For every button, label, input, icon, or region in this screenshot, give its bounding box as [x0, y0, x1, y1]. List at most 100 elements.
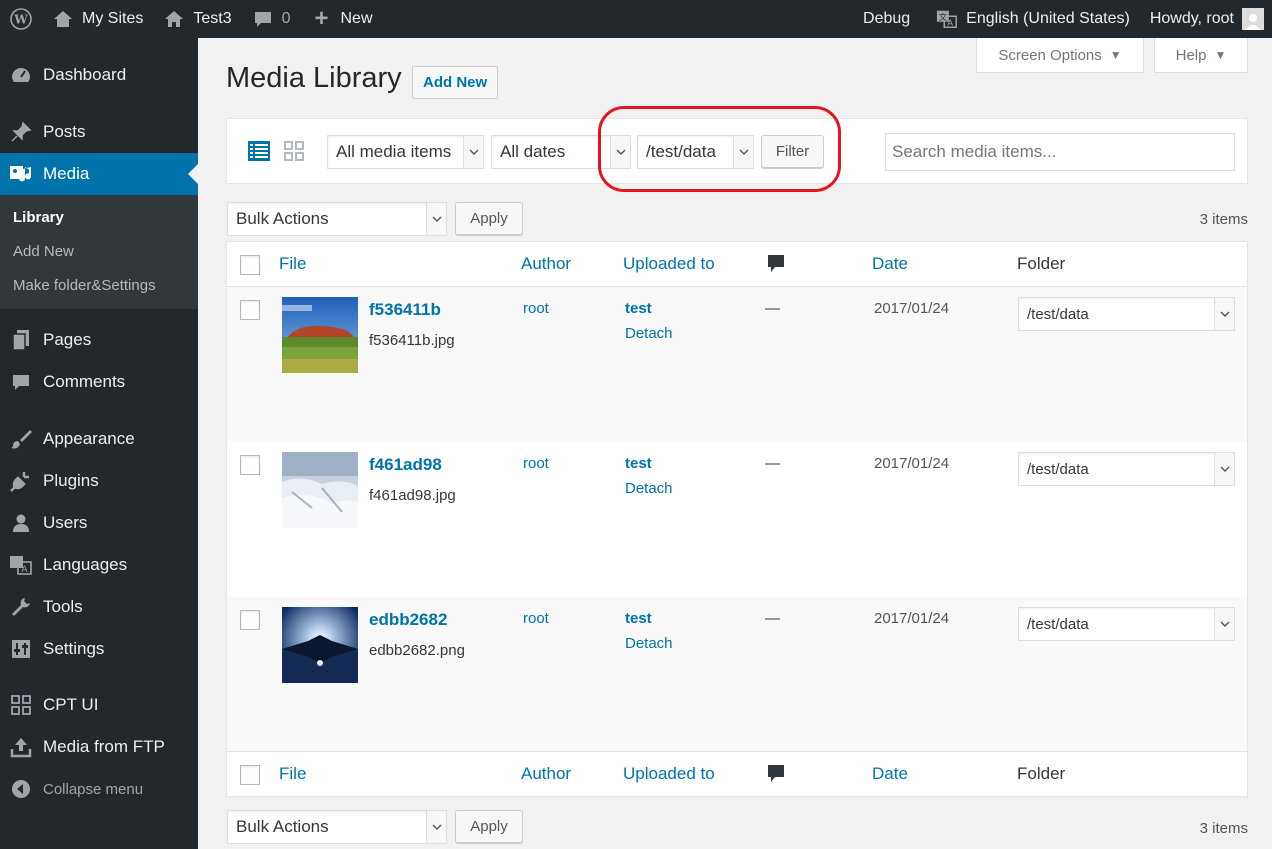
column-date[interactable]: Date [872, 764, 908, 784]
folder-select[interactable]: /test/data [1018, 607, 1235, 641]
table-row: f536411b f536411b.jpg root test Detach —… [227, 287, 1247, 442]
main-content: Screen Options ▼ Help ▼ Media Library Ad… [198, 38, 1272, 849]
list-view-icon[interactable] [247, 139, 271, 168]
column-uploaded-to[interactable]: Uploaded to [623, 254, 715, 274]
author-link[interactable]: root [523, 300, 549, 317]
comments-count: 0 [281, 10, 291, 27]
detach-link[interactable]: Detach [625, 325, 673, 342]
menu-appearance[interactable]: Appearance [0, 418, 198, 460]
media-date: 2017/01/24 [874, 300, 950, 317]
menu-comments[interactable]: Comments [0, 361, 198, 403]
author-link[interactable]: root [523, 610, 549, 627]
chevron-down-icon [1214, 608, 1234, 640]
submenu-add-new[interactable]: Add New [0, 235, 198, 269]
my-sites-menu[interactable]: My Sites [42, 0, 153, 38]
date-filter-value: All dates [500, 142, 566, 161]
folder-select-value: /test/data [1027, 305, 1089, 323]
detach-link[interactable]: Detach [625, 480, 673, 497]
help-button[interactable]: Help ▼ [1154, 38, 1248, 73]
media-filename: f461ad98.jpg [369, 487, 456, 504]
menu-cpt-ui[interactable]: CPT UI [0, 684, 198, 726]
media-type-select[interactable]: All media items [327, 135, 484, 169]
new-label: New [340, 10, 373, 27]
select-all-checkbox[interactable] [240, 255, 260, 275]
my-account-menu[interactable]: Howdy, root [1140, 0, 1272, 38]
apply-button-top[interactable]: Apply [455, 202, 523, 235]
uploaded-to-link[interactable]: test [625, 455, 652, 472]
collapse-menu-button[interactable]: Collapse menu [0, 768, 198, 810]
column-file[interactable]: File [279, 764, 306, 784]
column-file[interactable]: File [279, 254, 306, 274]
bulk-actions-select-bottom[interactable]: Bulk Actions [227, 810, 447, 844]
debug-menu[interactable]: Debug [853, 0, 926, 38]
folder-select-value: /test/data [1027, 460, 1089, 478]
menu-users[interactable]: Users [0, 502, 198, 544]
translation-icon: A [8, 552, 34, 578]
thumbnail-image[interactable] [282, 607, 358, 683]
site-name-menu[interactable]: Test3 [153, 0, 241, 38]
wordpress-logo-icon[interactable]: W [0, 0, 42, 38]
media-filename: edbb2682.png [369, 642, 465, 659]
search-input[interactable]: Search media items... [885, 133, 1235, 171]
menu-languages-label: Languages [43, 555, 128, 574]
column-uploaded-to[interactable]: Uploaded to [623, 764, 715, 784]
thumbnail-image[interactable] [282, 297, 358, 373]
row-checkbox[interactable] [240, 610, 260, 630]
column-author[interactable]: Author [521, 254, 571, 274]
menu-media-from-ftp[interactable]: Media from FTP [0, 726, 198, 768]
row-checkbox[interactable] [240, 455, 260, 475]
debug-label: Debug [863, 10, 911, 27]
media-table: File Author Uploaded to Date Folder f536… [226, 241, 1248, 797]
caret-down-icon: ▼ [1109, 48, 1122, 62]
comments-menu[interactable]: 0 [242, 0, 301, 38]
menu-dashboard[interactable]: Dashboard [0, 54, 198, 96]
column-date[interactable]: Date [872, 254, 908, 274]
submenu-make-folder-settings[interactable]: Make folder&Settings [0, 269, 198, 303]
menu-tools[interactable]: Tools [0, 586, 198, 628]
grid-icon [8, 692, 34, 718]
menu-media[interactable]: Media [0, 153, 198, 195]
folder-select[interactable]: /test/data [1018, 297, 1235, 331]
grid-view-icon[interactable] [282, 139, 306, 168]
table-header: File Author Uploaded to Date Folder [227, 242, 1247, 287]
menu-media-label: Media [43, 164, 90, 183]
submenu-library[interactable]: Library [0, 201, 198, 235]
collapse-arrow-icon [8, 776, 34, 802]
media-title-link[interactable]: f536411b [369, 300, 441, 320]
my-sites-icon [52, 8, 74, 30]
new-content-menu[interactable]: + New [301, 0, 383, 38]
screen-options-button[interactable]: Screen Options ▼ [976, 38, 1144, 73]
comment-bubble-icon[interactable] [767, 764, 785, 789]
add-new-button[interactable]: Add New [412, 66, 499, 99]
bulk-actions-select-top[interactable]: Bulk Actions [227, 202, 447, 236]
row-checkbox[interactable] [240, 300, 260, 320]
menu-appearance-label: Appearance [43, 429, 135, 448]
wrench-icon [8, 594, 34, 620]
uploaded-to-link[interactable]: test [625, 300, 652, 317]
menu-languages[interactable]: A Languages [0, 544, 198, 586]
uploaded-to-link[interactable]: test [625, 610, 652, 627]
comment-icon [252, 8, 274, 30]
site-name-label: Test3 [193, 10, 232, 27]
menu-plugins[interactable]: Plugins [0, 460, 198, 502]
comment-bubble-icon[interactable] [767, 254, 785, 279]
folder-select[interactable]: /test/data [1018, 452, 1235, 486]
select-all-checkbox-footer[interactable] [240, 765, 260, 785]
detach-link[interactable]: Detach [625, 635, 673, 652]
author-link[interactable]: root [523, 455, 549, 472]
media-title-link[interactable]: f461ad98 [369, 455, 442, 475]
items-count-bottom: 3 items [1199, 820, 1248, 837]
svg-text:A: A [948, 17, 954, 27]
thumbnail-image[interactable] [282, 452, 358, 528]
media-icon [8, 161, 34, 187]
admin-bar: W My Sites Test3 0 + New Debug 文A Englis… [0, 0, 1272, 38]
language-menu[interactable]: 文A English (United States) [926, 0, 1140, 38]
media-title-link[interactable]: edbb2682 [369, 610, 447, 630]
apply-button-bottom[interactable]: Apply [455, 810, 523, 843]
menu-pages[interactable]: Pages [0, 319, 198, 361]
menu-settings[interactable]: Settings [0, 628, 198, 670]
column-author[interactable]: Author [521, 764, 571, 784]
menu-posts[interactable]: Posts [0, 111, 198, 153]
help-label: Help [1175, 46, 1207, 64]
annotation-highlight [598, 106, 841, 192]
